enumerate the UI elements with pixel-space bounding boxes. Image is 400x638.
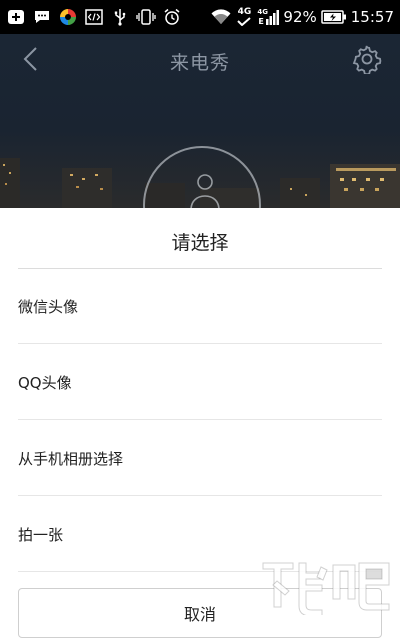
network-type-label-2: 4G bbox=[257, 8, 269, 16]
volte-check-icon: 4G bbox=[235, 7, 253, 27]
clock: 15:57 bbox=[350, 8, 394, 26]
plus-badge-icon bbox=[6, 7, 26, 27]
network-type-label-3: E bbox=[258, 17, 264, 26]
alarm-icon bbox=[162, 7, 182, 27]
person-icon bbox=[190, 174, 220, 208]
option-take-photo[interactable]: 拍一张 bbox=[18, 496, 382, 572]
status-bar-right: 4G 4G E 92% 15:57 bbox=[211, 7, 394, 27]
option-choose-from-album[interactable]: 从手机相册选择 bbox=[18, 420, 382, 496]
wifi-icon bbox=[211, 7, 231, 27]
battery-icon bbox=[321, 7, 347, 27]
battery-percent: 92% bbox=[283, 8, 317, 26]
vibrate-icon bbox=[136, 7, 156, 27]
choose-source-sheet: 请选择 微信头像 QQ头像 从手机相册选择 拍一张 取消 bbox=[0, 208, 400, 638]
chat-bubble-icon bbox=[32, 7, 52, 27]
option-label: 从手机相册选择 bbox=[18, 449, 124, 468]
sheet-title: 请选择 bbox=[171, 232, 229, 254]
option-wechat-avatar[interactable]: 微信头像 bbox=[18, 268, 382, 344]
option-qq-avatar[interactable]: QQ头像 bbox=[18, 344, 382, 420]
status-bar-left bbox=[6, 7, 182, 27]
option-label: QQ头像 bbox=[18, 373, 72, 392]
page-title: 来电秀 bbox=[169, 52, 230, 74]
color-wheel-icon bbox=[58, 7, 78, 27]
cancel-button[interactable]: 取消 bbox=[18, 588, 382, 638]
code-icon bbox=[84, 7, 104, 27]
network-type-label: 4G bbox=[237, 7, 252, 17]
option-divider bbox=[18, 571, 382, 572]
header-scene: 来电秀 bbox=[0, 34, 400, 208]
usb-icon bbox=[110, 7, 130, 27]
settings-button[interactable] bbox=[352, 44, 382, 76]
gear-icon bbox=[352, 45, 382, 76]
top-bar: 来电秀 bbox=[0, 34, 400, 84]
option-label: 微信头像 bbox=[18, 297, 79, 316]
signal-icon: 4G E bbox=[257, 7, 280, 27]
option-label: 拍一张 bbox=[18, 525, 64, 544]
status-bar: 4G 4G E 92% 15:57 bbox=[0, 0, 400, 34]
